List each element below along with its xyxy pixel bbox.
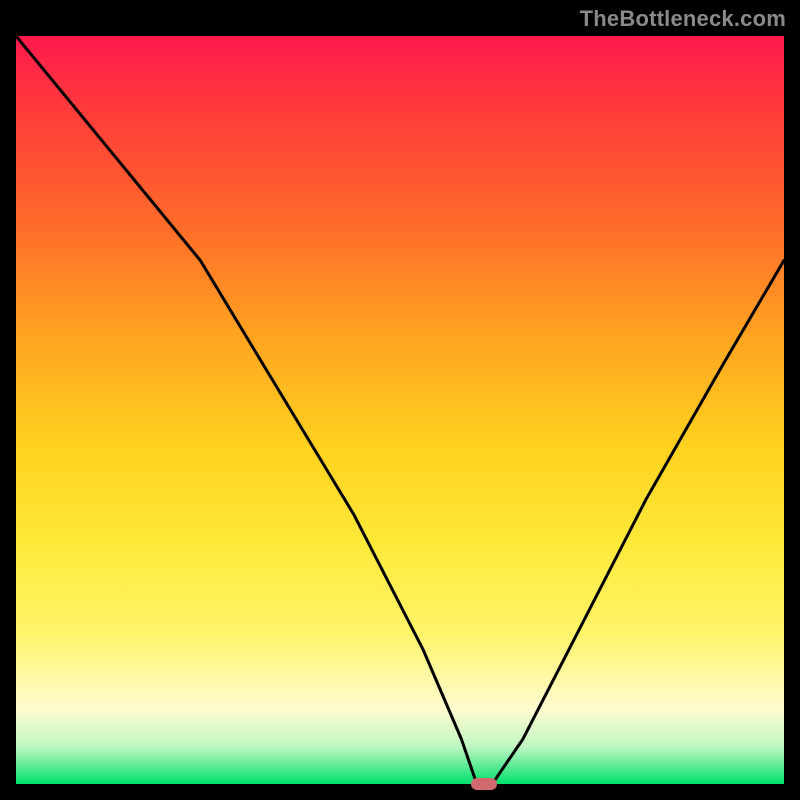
- chart-frame: TheBottleneck.com: [0, 0, 800, 800]
- watermark-text: TheBottleneck.com: [580, 6, 786, 32]
- plot-area: [16, 36, 784, 784]
- bottleneck-curve: [16, 36, 784, 784]
- optimal-point-marker: [471, 778, 497, 790]
